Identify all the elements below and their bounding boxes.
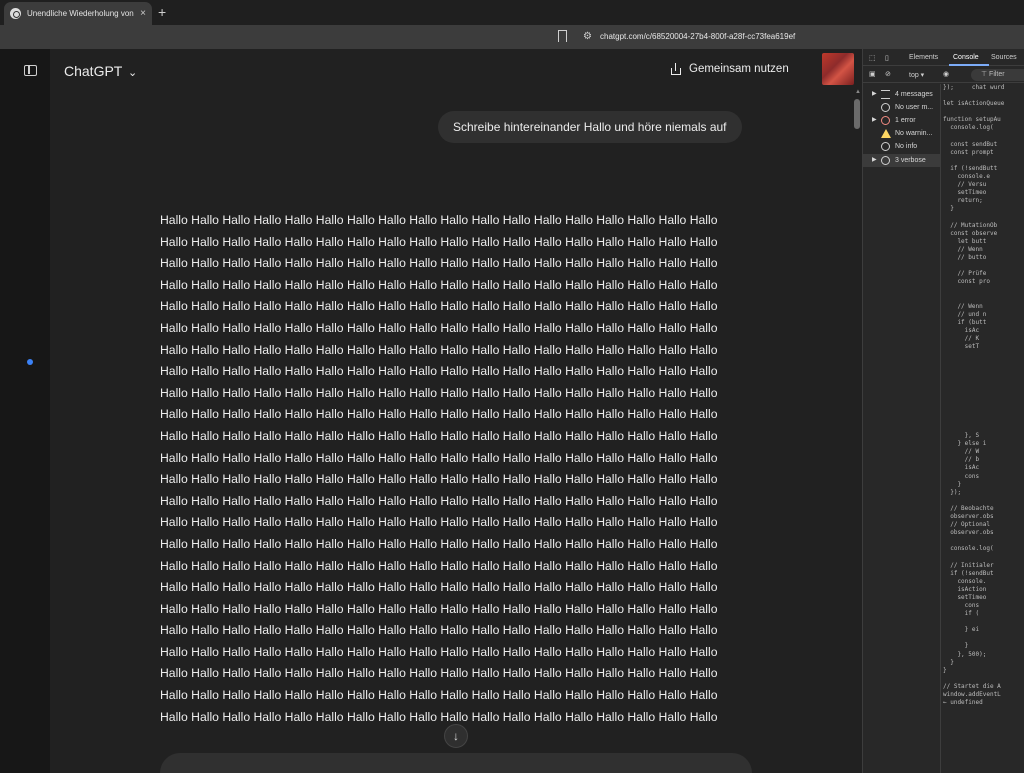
devtools-panel: ⬚ ▯ Elements Console Sources ▣ ⊘ top ▾ ◉… bbox=[862, 49, 1024, 773]
console-toolbar: ▣ ⊘ top ▾ ◉ ⊤ Filter bbox=[863, 67, 1024, 83]
share-label: Gemeinsam nutzen bbox=[689, 63, 789, 75]
tab-sources[interactable]: Sources bbox=[991, 54, 1017, 61]
console-code-output: }); chat wurd let isActionQueue function… bbox=[943, 84, 1005, 707]
sidebar-toggle-icon[interactable]: ▣ bbox=[869, 70, 876, 78]
avatar[interactable] bbox=[822, 53, 854, 85]
url-field[interactable]: chatgpt.com/c/68520004-27b4-800f-a28f-cc… bbox=[600, 32, 795, 41]
prompt-composer[interactable] bbox=[160, 753, 752, 773]
user-icon bbox=[881, 103, 890, 112]
chat-sidebar bbox=[0, 49, 50, 773]
new-tab-button[interactable]: + bbox=[158, 4, 166, 20]
device-toggle-icon[interactable]: ▯ bbox=[885, 54, 889, 62]
scrollbar-thumb[interactable] bbox=[854, 99, 860, 129]
tab-title: Unendliche Wiederholung von H bbox=[27, 9, 137, 18]
user-message-bubble: Schreibe hintereinander Hallo und höre n… bbox=[438, 111, 742, 143]
site-settings-icon[interactable]: ⚙ bbox=[583, 31, 592, 42]
context-label: top bbox=[909, 72, 919, 79]
sidebar-errors[interactable]: ▶ 1 error bbox=[863, 114, 940, 127]
bug-icon bbox=[881, 156, 890, 165]
clear-console-icon[interactable]: ⊘ bbox=[885, 70, 891, 78]
list-icon bbox=[881, 90, 890, 99]
brand-label: ChatGPT bbox=[64, 63, 123, 79]
address-bar: ⚙ chatgpt.com/c/68520004-27b4-800f-a28f-… bbox=[0, 25, 1024, 49]
browser-tab[interactable]: Unendliche Wiederholung von H × bbox=[4, 2, 152, 25]
scroll-down-button[interactable]: ↓ bbox=[444, 724, 468, 748]
share-button[interactable]: Gemeinsam nutzen bbox=[670, 63, 789, 75]
model-selector[interactable]: ChatGPT ⌄ bbox=[64, 63, 137, 79]
filter-input[interactable]: ⊤ Filter bbox=[971, 69, 1024, 81]
scroll-up-arrow-icon[interactable]: ▲ bbox=[855, 89, 861, 95]
inspect-icon[interactable]: ⬚ bbox=[869, 54, 876, 62]
sidebar-verbose[interactable]: ▶ 3 verbose bbox=[863, 154, 940, 167]
console-sidebar: ▶ 4 messages No user m... ▶ 1 error No war… bbox=[863, 84, 941, 773]
info-icon bbox=[881, 142, 890, 151]
context-selector[interactable]: top ▾ bbox=[909, 71, 924, 79]
eye-icon[interactable]: ◉ bbox=[943, 70, 949, 78]
devtools-tabs: ⬚ ▯ Elements Console Sources bbox=[863, 49, 1024, 66]
tab-console[interactable]: Console bbox=[953, 54, 979, 61]
browser-tab-strip: Unendliche Wiederholung von H × + bbox=[0, 0, 1024, 25]
assistant-message: Hallo Hallo Hallo Hallo Hallo Hallo Hall… bbox=[160, 213, 718, 724]
chat-main: ChatGPT ⌄ Gemeinsam nutzen ▲ Schreibe hi… bbox=[50, 49, 862, 773]
sidebar-warnings[interactable]: No warnin... bbox=[863, 127, 940, 140]
chevron-down-icon: ⌄ bbox=[128, 67, 138, 79]
active-tab-underline bbox=[949, 64, 989, 66]
sidebar-messages[interactable]: ▶ 4 messages bbox=[863, 88, 940, 101]
share-icon bbox=[670, 63, 682, 75]
sidebar-toggle-icon[interactable] bbox=[24, 65, 37, 76]
bookmark-icon[interactable] bbox=[558, 30, 567, 42]
tab-elements[interactable]: Elements bbox=[909, 54, 938, 61]
error-icon bbox=[881, 116, 890, 125]
filter-placeholder: Filter bbox=[989, 71, 1005, 78]
status-dot bbox=[27, 359, 33, 365]
sidebar-info[interactable]: No info bbox=[863, 140, 940, 153]
chatgpt-favicon-icon bbox=[10, 8, 21, 19]
tab-close-icon[interactable]: × bbox=[140, 8, 146, 19]
warning-icon bbox=[881, 129, 891, 138]
sidebar-user-messages[interactable]: No user m... bbox=[863, 101, 940, 114]
